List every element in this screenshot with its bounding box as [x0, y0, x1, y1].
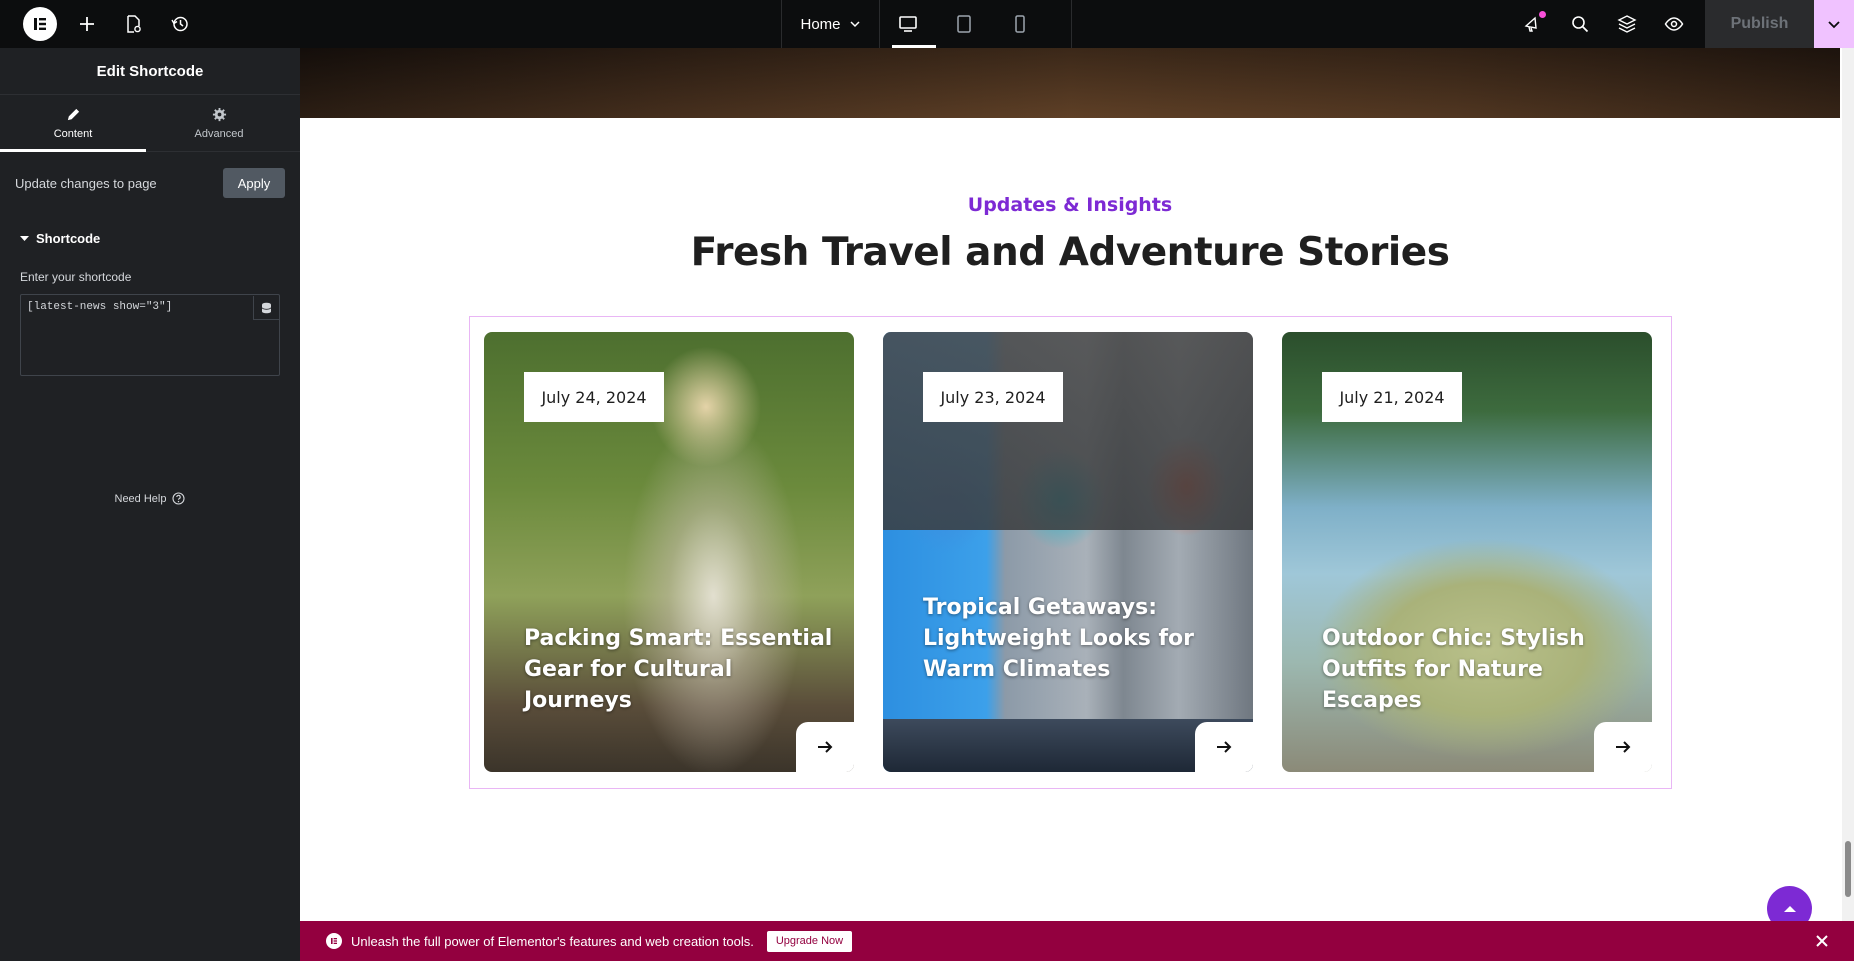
search-icon[interactable] — [1568, 12, 1592, 36]
tab-content[interactable]: Content — [0, 95, 146, 152]
hero-image-strip — [300, 48, 1840, 118]
chevron-up-icon — [1783, 905, 1796, 912]
canvas-scrollbar[interactable] — [1842, 48, 1854, 921]
update-row: Update changes to page Apply — [15, 168, 285, 198]
post-title[interactable]: Packing Smart: Essential Gear for Cultur… — [524, 623, 840, 716]
post-date: July 21, 2024 — [1322, 372, 1462, 422]
chevron-down-icon — [1828, 21, 1840, 29]
tablet-icon[interactable] — [936, 0, 992, 48]
read-more-button[interactable] — [796, 722, 854, 772]
scrollbar-thumb[interactable] — [1845, 841, 1851, 897]
dynamic-tags-icon[interactable] — [253, 296, 279, 320]
arrow-right-icon — [818, 741, 833, 753]
preview-icon[interactable] — [1662, 12, 1686, 36]
section-heading: Fresh Travel and Adventure Stories — [690, 230, 1450, 275]
history-icon[interactable] — [168, 12, 192, 36]
page-settings-icon[interactable] — [121, 12, 145, 36]
tab-label: Advanced — [194, 127, 244, 140]
promo-text: Unleash the full power of Elementor's fe… — [351, 933, 754, 949]
elementor-logo-icon — [326, 933, 342, 949]
post-date: July 24, 2024 — [524, 372, 664, 422]
panel-tabs: Content Advanced — [0, 95, 300, 152]
preview-canvas: Updates & Insights Fresh Travel and Adve… — [300, 48, 1854, 921]
upgrade-promo-bar: Unleash the full power of Elementor's fe… — [300, 921, 1854, 961]
tab-label: Content — [53, 127, 93, 140]
publish-options-button[interactable] — [1814, 0, 1854, 48]
page-and-device-switcher: Home — [781, 0, 1072, 48]
tab-advanced[interactable]: Advanced — [146, 95, 292, 151]
whats-new-icon[interactable] — [1521, 11, 1546, 36]
page-name: Home — [800, 15, 841, 33]
post-title[interactable]: Tropical Getaways: Lightweight Looks for… — [923, 592, 1239, 685]
section-toggle-shortcode[interactable]: Shortcode — [20, 231, 100, 246]
shortcode-widget[interactable]: July 24, 2024 Packing Smart: Essential G… — [469, 316, 1672, 789]
section-subtitle: Updates & Insights — [967, 194, 1173, 216]
notification-dot — [1539, 11, 1546, 18]
chevron-down-icon — [849, 21, 860, 28]
caret-down-icon — [20, 236, 29, 241]
panel-title: Edit Shortcode — [0, 48, 300, 95]
apply-button[interactable]: Apply — [223, 168, 285, 198]
elementor-logo-icon[interactable] — [23, 7, 57, 41]
read-more-button[interactable] — [1195, 722, 1253, 772]
mobile-icon[interactable] — [992, 0, 1048, 48]
structure-icon[interactable] — [1615, 12, 1639, 36]
arrow-right-icon — [1217, 741, 1232, 753]
read-more-button[interactable] — [1594, 722, 1652, 772]
shortcode-field-label: Enter your shortcode — [20, 270, 132, 284]
post-title[interactable]: Outdoor Chic: Stylish Outfits for Nature… — [1322, 623, 1638, 716]
gear-icon — [212, 107, 226, 121]
arrow-right-icon — [1616, 741, 1631, 753]
page-select-dropdown[interactable]: Home — [782, 0, 880, 48]
need-help-link[interactable]: Need Help — [0, 492, 300, 505]
top-bar: Home Publish — [0, 0, 1854, 48]
post-card[interactable]: July 24, 2024 Packing Smart: Essential G… — [484, 332, 854, 772]
post-card[interactable]: July 23, 2024 Tropical Getaways: Lightwe… — [883, 332, 1253, 772]
desktop-icon[interactable] — [880, 0, 936, 48]
section-title: Shortcode — [36, 231, 101, 246]
editor-panel: Edit Shortcode Content Advanced Update c… — [0, 48, 300, 961]
update-text: Update changes to page — [15, 175, 157, 191]
pencil-icon — [67, 108, 79, 120]
close-icon[interactable] — [1812, 931, 1832, 951]
help-icon — [172, 492, 186, 505]
scroll-to-top-button[interactable] — [1767, 886, 1812, 921]
add-element-icon[interactable] — [75, 12, 99, 36]
need-help-label: Need Help — [114, 492, 167, 505]
publish-button[interactable]: Publish — [1705, 0, 1814, 48]
post-card[interactable]: July 21, 2024 Outdoor Chic: Stylish Outf… — [1282, 332, 1652, 772]
shortcode-input[interactable]: [latest-news show="3"] — [20, 294, 280, 376]
upgrade-now-button[interactable]: Upgrade Now — [766, 930, 853, 952]
post-date: July 23, 2024 — [923, 372, 1063, 422]
